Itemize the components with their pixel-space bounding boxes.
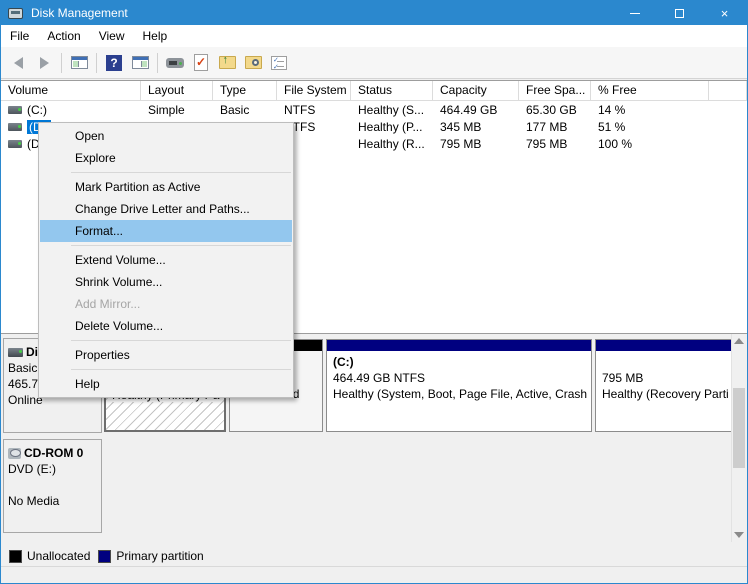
check-document-button[interactable]: ✓ (189, 51, 213, 75)
show-console-tree-button[interactable] (67, 51, 91, 75)
cdrom-icon (8, 448, 21, 459)
scroll-down-icon[interactable] (734, 532, 744, 538)
device-manager-button[interactable] (163, 51, 187, 75)
minimize-icon (630, 13, 640, 14)
volume-name: (C:) (27, 103, 47, 117)
primary-partition-swatch (98, 550, 111, 563)
menu-item-mark-partition-active[interactable]: Mark Partition as Active (40, 176, 292, 198)
folder-search-button[interactable] (241, 51, 265, 75)
forward-icon (40, 57, 49, 69)
partition-recovery[interactable]: 795 MB Healthy (Recovery Parti (595, 339, 732, 432)
toolbar-separator (157, 53, 158, 73)
partition-status: Healthy (Recovery Parti (602, 386, 731, 402)
cdrom-name: CD-ROM 0 (24, 445, 83, 461)
menu-separator (39, 242, 293, 249)
menu-item-add-mirror: Add Mirror... (40, 293, 292, 315)
menu-item-properties[interactable]: Properties (40, 344, 292, 366)
volume-context-menu: Open Explore Mark Partition as Active Ch… (38, 122, 294, 398)
device-manager-icon (166, 58, 184, 68)
menu-action[interactable]: Action (38, 26, 89, 46)
volume-icon (8, 123, 22, 131)
volume-icon (8, 106, 22, 114)
action-pane-icon (132, 56, 149, 69)
col-pct-free[interactable]: % Free (591, 81, 709, 101)
partition-size: 795 MB (602, 370, 731, 386)
col-capacity[interactable]: Capacity (433, 81, 519, 101)
status-bar (1, 568, 747, 584)
col-volume[interactable]: Volume (1, 81, 141, 101)
partition-color-bar (596, 340, 731, 351)
menu-separator (39, 169, 293, 176)
show-action-pane-button[interactable] (128, 51, 152, 75)
col-status[interactable]: Status (351, 81, 433, 101)
partition-status: Healthy (System, Boot, Page File, Active… (333, 386, 591, 402)
scrollbar-thumb[interactable] (733, 388, 745, 468)
close-button[interactable]: × (702, 1, 747, 25)
menu-item-explore[interactable]: Explore (40, 147, 292, 169)
partition-name: (C:) (333, 354, 591, 370)
maximize-icon (675, 9, 684, 18)
maximize-button[interactable] (657, 1, 702, 25)
vertical-scrollbar[interactable] (731, 334, 746, 542)
app-icon (8, 8, 23, 19)
folder-up-button[interactable]: ↑ (215, 51, 239, 75)
col-file-system[interactable]: File System (277, 81, 351, 101)
folder-up-icon: ↑ (219, 56, 236, 69)
menu-separator (39, 366, 293, 373)
menu-item-open[interactable]: Open (40, 125, 292, 147)
toolbar-separator (96, 53, 97, 73)
console-tree-icon (71, 56, 88, 69)
col-free-space[interactable]: Free Spa... (519, 81, 591, 101)
window-title: Disk Management (31, 6, 128, 20)
back-button[interactable] (6, 51, 30, 75)
close-icon: × (721, 6, 729, 21)
cdrom-info-panel[interactable]: CD-ROM 0 DVD (E:) No Media (3, 439, 102, 533)
volume-table-header: Volume Layout Type File System Status Ca… (1, 81, 747, 101)
titlebar: Disk Management × (1, 1, 747, 25)
partition-c[interactable]: (C:) 464.49 GB NTFS Healthy (System, Boo… (326, 339, 592, 432)
menu-item-format[interactable]: Format... (40, 220, 292, 242)
menu-item-help[interactable]: Help (40, 373, 292, 395)
cdrom-media: No Media (8, 493, 101, 509)
task-list-button[interactable] (267, 51, 291, 75)
menu-item-change-drive-letter[interactable]: Change Drive Letter and Paths... (40, 198, 292, 220)
partition-size: 464.49 GB NTFS (333, 370, 591, 386)
hdd-icon (8, 348, 23, 357)
menu-view[interactable]: View (90, 26, 134, 46)
menu-separator (39, 337, 293, 344)
disk-management-window: Disk Management × File Action View Help … (0, 0, 748, 584)
legend-label: Unallocated (27, 549, 90, 563)
menu-item-extend-volume[interactable]: Extend Volume... (40, 249, 292, 271)
forward-button[interactable] (32, 51, 56, 75)
menu-file[interactable]: File (1, 26, 38, 46)
table-row[interactable]: (C:) Simple Basic NTFS Healthy (S... 464… (1, 101, 747, 118)
help-icon: ? (106, 55, 122, 71)
col-type[interactable]: Type (213, 81, 277, 101)
back-icon (14, 57, 23, 69)
menu-item-shrink-volume[interactable]: Shrink Volume... (40, 271, 292, 293)
toolbar-separator (61, 53, 62, 73)
col-layout[interactable]: Layout (141, 81, 213, 101)
volume-icon (8, 140, 22, 148)
scroll-up-icon[interactable] (734, 338, 744, 344)
toolbar: ? ✓ ↑ (1, 47, 747, 79)
col-blank (709, 81, 747, 101)
cdrom-drive: DVD (E:) (8, 461, 101, 477)
menu-item-delete-volume[interactable]: Delete Volume... (40, 315, 292, 337)
legend-bar: Unallocated Primary partition (1, 546, 747, 567)
folder-search-icon (245, 56, 262, 69)
minimize-button[interactable] (612, 1, 657, 25)
task-list-icon (271, 56, 287, 70)
menubar: File Action View Help (1, 25, 747, 47)
partition-color-bar (327, 340, 591, 351)
check-document-icon: ✓ (194, 54, 208, 71)
legend-label: Primary partition (116, 549, 203, 563)
menu-help[interactable]: Help (134, 26, 177, 46)
unallocated-swatch (9, 550, 22, 563)
help-button[interactable]: ? (102, 51, 126, 75)
